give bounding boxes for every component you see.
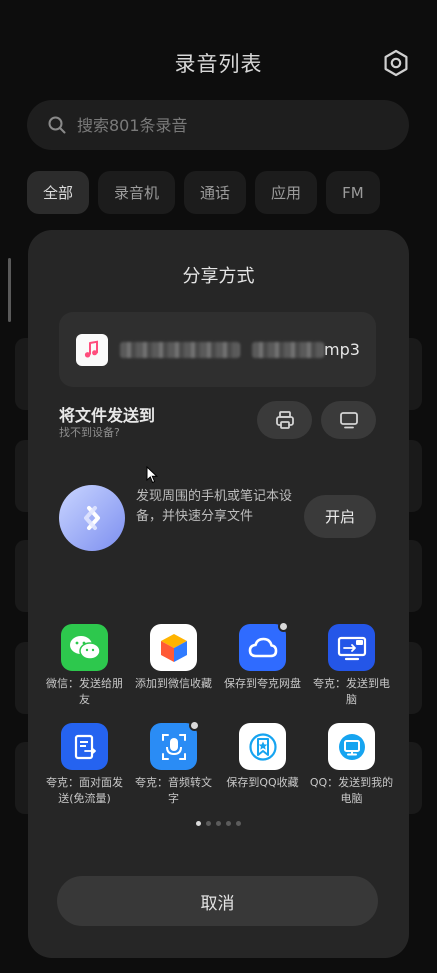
- list-item[interactable]: [409, 338, 422, 410]
- page-dot: [216, 821, 221, 826]
- list-item[interactable]: [409, 742, 422, 814]
- share-target-label: 微信：发送给朋友: [46, 677, 123, 706]
- list-item[interactable]: [409, 642, 422, 714]
- redacted-text: [120, 341, 240, 358]
- share-target-qq-my-computer[interactable]: QQ：发送到我的电脑: [307, 723, 396, 807]
- badge-dot: [278, 621, 289, 632]
- filter-calls[interactable]: 通话: [184, 171, 247, 214]
- enable-nearby-button[interactable]: 开启: [304, 495, 376, 538]
- print-button[interactable]: [257, 401, 312, 439]
- mouse-cursor-icon: [146, 466, 158, 484]
- share-sheet-title: 分享方式: [182, 266, 255, 287]
- printer-icon: [275, 411, 294, 429]
- scrollbar[interactable]: [8, 258, 11, 322]
- cancel-button[interactable]: 取消: [57, 876, 378, 926]
- share-target-label: 夸克：音频转文字: [135, 776, 212, 805]
- nearby-share-description: 发现周围的手机或笔记本设备，并快速分享文件: [136, 489, 293, 524]
- share-target-label: 夸克：面对面发送(免流量): [46, 776, 123, 805]
- search-input[interactable]: [77, 115, 377, 135]
- share-target-quark-cloud[interactable]: 保存到夸克网盘: [218, 621, 307, 708]
- page-dot: [236, 821, 241, 826]
- list-item[interactable]: [15, 642, 28, 714]
- qq-favorites-icon: [239, 723, 286, 770]
- filter-recorder[interactable]: 录音机: [98, 171, 176, 214]
- wechat-icon: [61, 624, 108, 671]
- page-header: 录音列表: [0, 48, 437, 78]
- qq-my-computer-icon: [328, 723, 375, 770]
- file-name: mp3: [120, 340, 360, 359]
- page-dot-active: [196, 821, 201, 826]
- search-icon: [48, 116, 66, 134]
- send-to-title: 将文件发送到: [59, 406, 156, 425]
- music-file-icon: [76, 333, 108, 366]
- redacted-text: [252, 341, 324, 358]
- list-item[interactable]: [15, 742, 28, 814]
- share-target-label: QQ：发送到我的电脑: [309, 776, 394, 805]
- share-target-label: 保存到夸克网盘: [224, 677, 301, 690]
- list-item[interactable]: [409, 540, 422, 612]
- device-not-found-link[interactable]: 找不到设备?: [59, 424, 120, 440]
- share-target-label: 保存到QQ收藏: [226, 776, 299, 789]
- list-item[interactable]: [15, 440, 28, 512]
- nearby-share-icon: [59, 485, 125, 551]
- share-target-wechat[interactable]: 微信：发送给朋友: [40, 624, 129, 708]
- share-target-quark-audio-to-text[interactable]: 夸克：音频转文字: [129, 720, 218, 807]
- filter-fm[interactable]: FM: [326, 171, 380, 214]
- filter-all[interactable]: 全部: [27, 171, 90, 214]
- share-app-grid: 微信：发送给朋友 添加到微信收藏 保存到夸克网盘 夸克：发送到电脑 夸克：面对面…: [40, 621, 397, 807]
- filter-tabs: 全部 录音机 通话 应用 FM: [27, 171, 380, 214]
- filter-apps[interactable]: 应用: [255, 171, 318, 214]
- screen: 录音列表 全部 录音机 通话 应用 FM 分享方式: [0, 0, 437, 973]
- search-bar[interactable]: [27, 100, 409, 150]
- page-indicator[interactable]: [196, 821, 241, 826]
- badge-dot: [189, 720, 200, 731]
- quark-face-to-face-icon: [61, 723, 108, 770]
- quark-audio-to-text-icon: [150, 720, 200, 770]
- page-title: 录音列表: [174, 52, 263, 76]
- shared-file-card: mp3: [59, 312, 376, 387]
- list-item[interactable]: [15, 540, 28, 612]
- share-target-quark-pc[interactable]: 夸克：发送到电脑: [307, 624, 396, 708]
- share-target-wechat-favorites[interactable]: 添加到微信收藏: [129, 624, 218, 708]
- list-item[interactable]: [15, 338, 28, 410]
- share-target-quark-face-to-face[interactable]: 夸克：面对面发送(免流量): [40, 723, 129, 807]
- share-target-label: 添加到微信收藏: [135, 677, 212, 690]
- page-dot: [226, 821, 231, 826]
- file-extension: mp3: [324, 340, 360, 359]
- share-target-qq-favorites[interactable]: 保存到QQ收藏: [218, 723, 307, 807]
- monitor-icon: [339, 412, 358, 429]
- share-sheet: 分享方式 mp3 将文件发送到 找不到设备? 发现周围的手机或笔记本设备，并快速…: [28, 230, 409, 958]
- share-target-label: 夸克：发送到电脑: [313, 677, 390, 706]
- page-dot: [206, 821, 211, 826]
- settings-button[interactable]: [381, 48, 411, 78]
- quark-cloud-icon: [239, 621, 289, 671]
- list-item[interactable]: [409, 440, 422, 512]
- wechat-favorites-icon: [150, 624, 197, 671]
- quark-pc-icon: [328, 624, 375, 671]
- screen-cast-button[interactable]: [321, 401, 376, 439]
- gear-icon: [384, 49, 408, 77]
